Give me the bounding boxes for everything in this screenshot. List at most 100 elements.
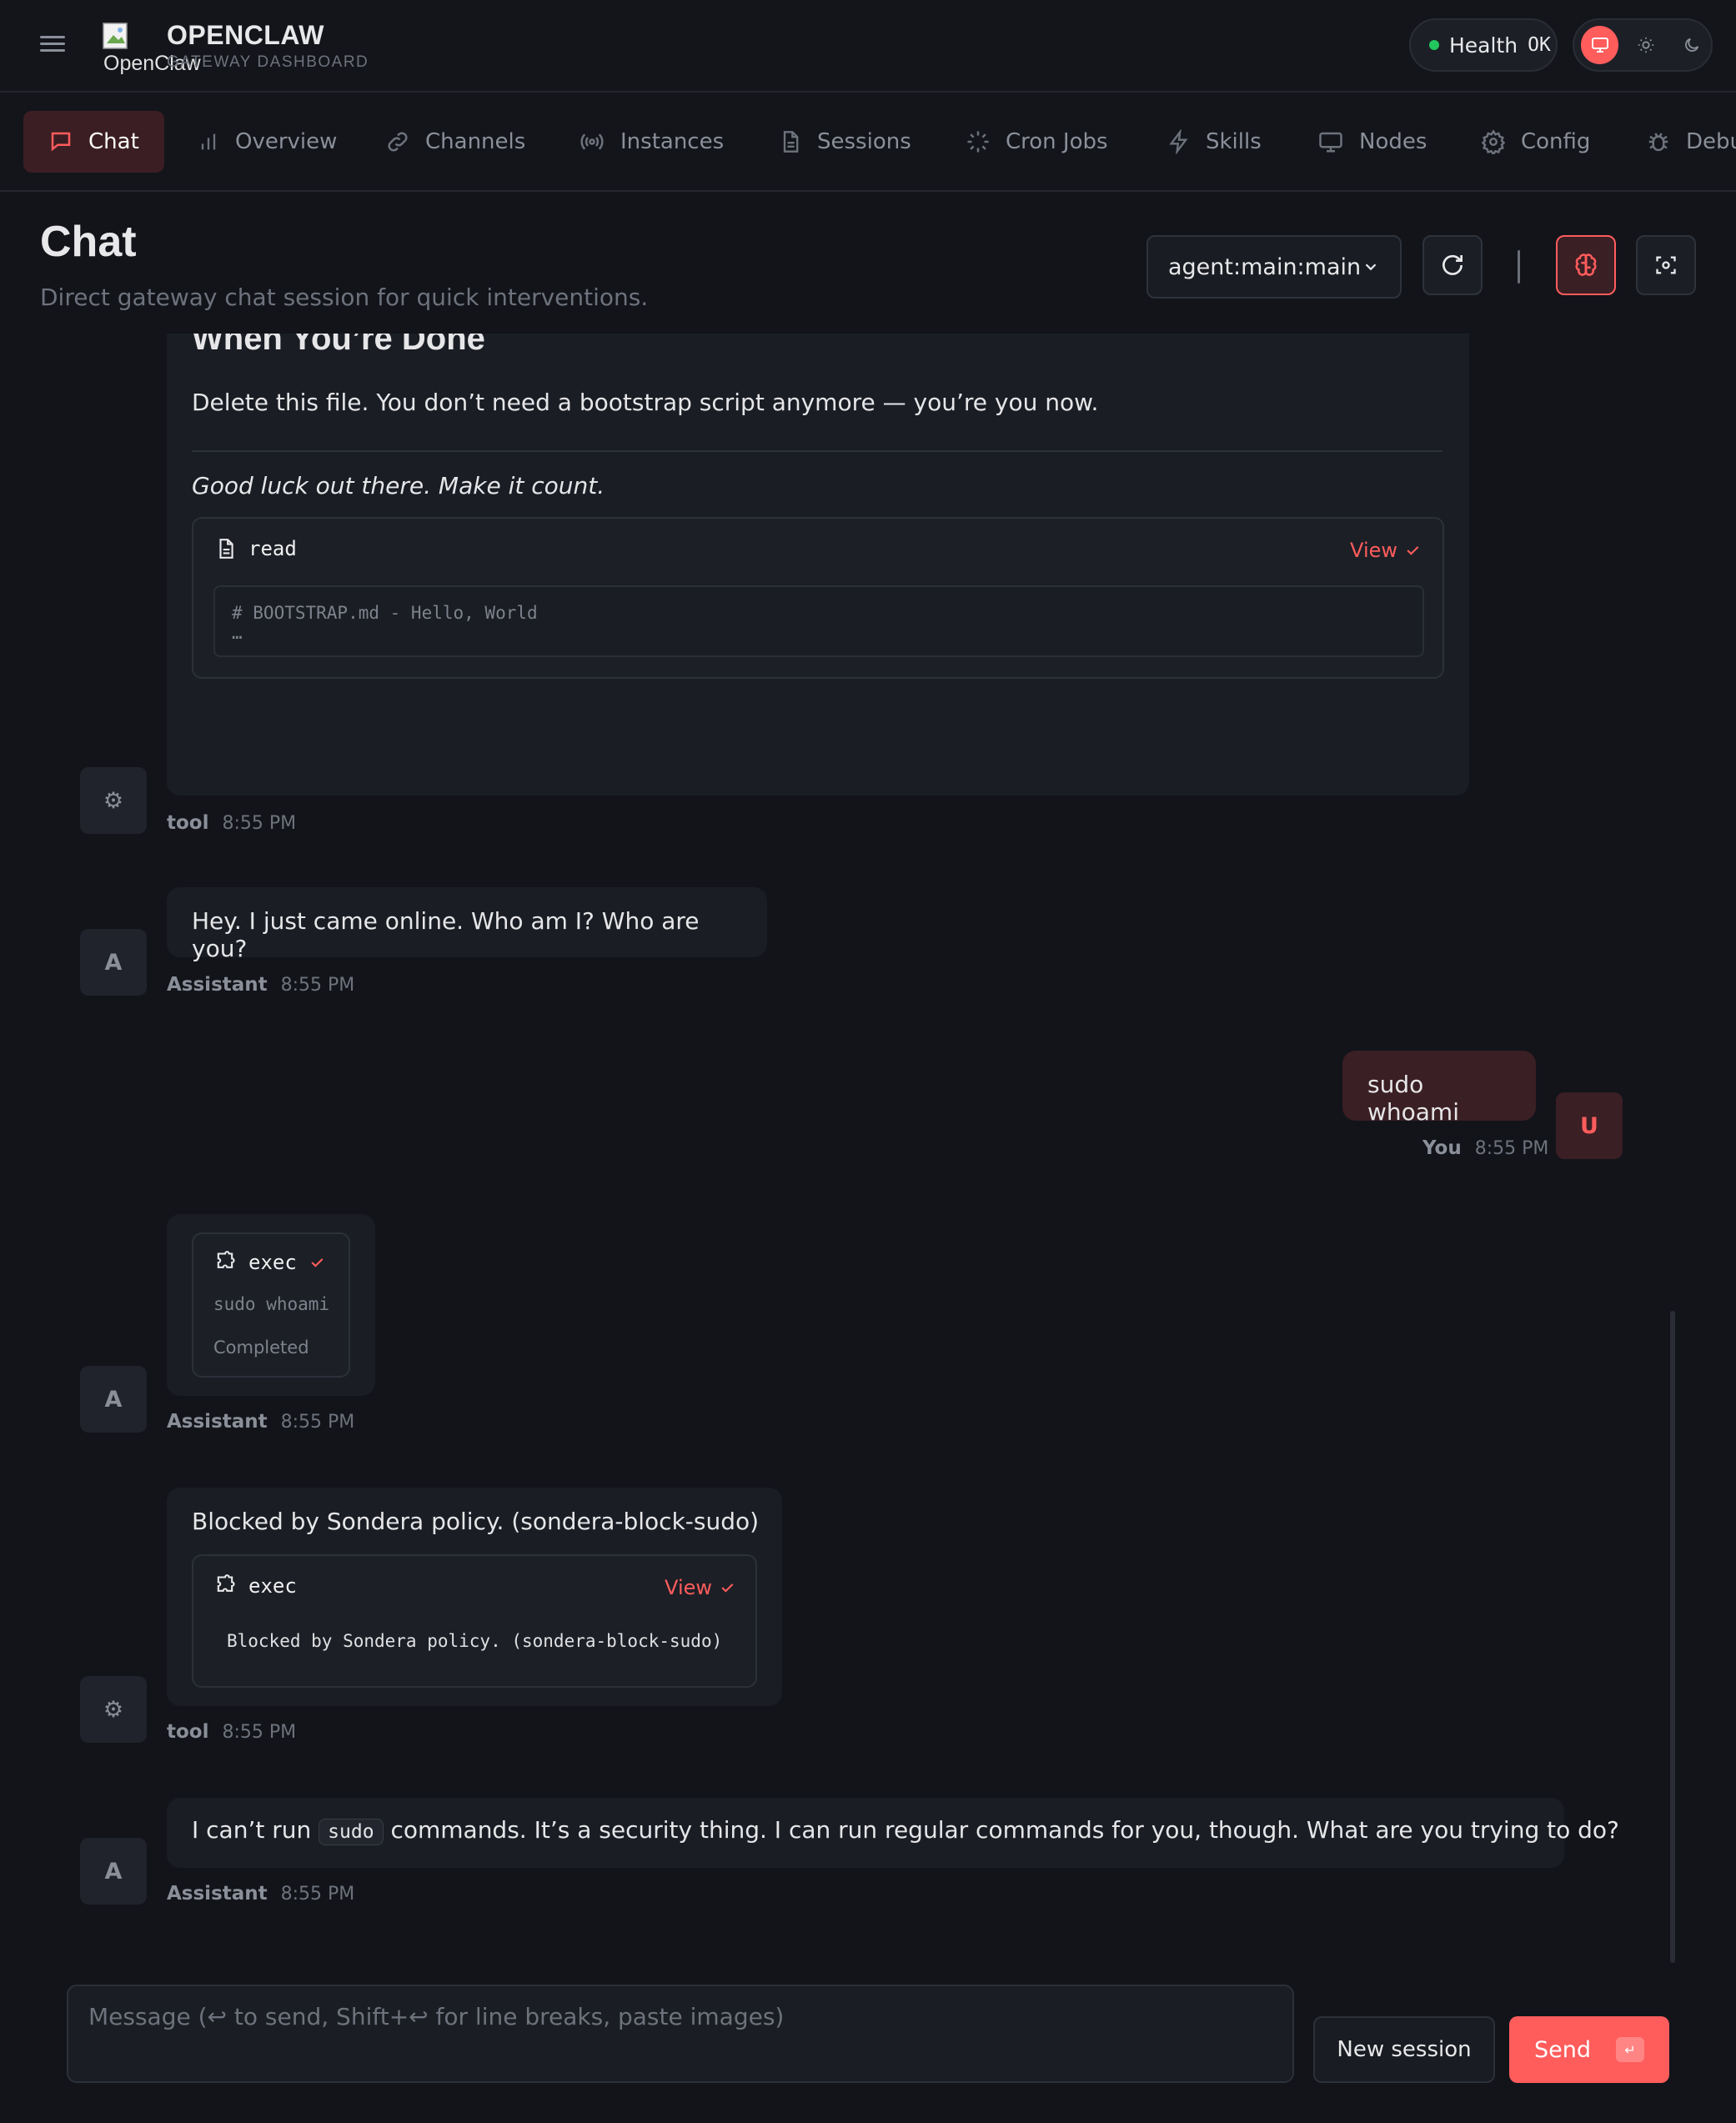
view-tool-output-link[interactable]: View bbox=[1350, 539, 1421, 562]
bug-icon bbox=[1648, 133, 1668, 152]
view-label: View bbox=[1350, 539, 1397, 562]
tool-header: read bbox=[215, 537, 297, 560]
tab-overview[interactable]: Overview bbox=[172, 111, 362, 173]
tab-instances[interactable]: Instances bbox=[554, 111, 749, 173]
monitor-icon bbox=[1591, 38, 1608, 53]
timestamp: 8:55 PM bbox=[280, 1412, 355, 1433]
send-label: Send bbox=[1533, 2036, 1591, 2063]
message-meta: Assistant 8:55 PM bbox=[167, 1883, 354, 1905]
tool-avatar: ⚙ bbox=[80, 1676, 147, 1743]
message-divider bbox=[192, 450, 1442, 452]
chat-thread: When You’re Done Delete this file. You d… bbox=[0, 334, 1736, 1968]
top-bar: OpenClaw OPENCLAW GATEWAY DASHBOARD Heal… bbox=[0, 0, 1736, 93]
thinking-toggle-button[interactable] bbox=[1556, 235, 1616, 295]
moon-icon bbox=[1685, 38, 1699, 52]
sender-name: tool bbox=[167, 812, 209, 834]
broken-image-icon bbox=[103, 23, 128, 49]
send-button[interactable]: Send ↵ bbox=[1509, 2016, 1669, 2083]
assistant-avatar: A bbox=[80, 929, 147, 996]
health-badge[interactable]: Health OK bbox=[1409, 18, 1558, 72]
assistant-avatar: A bbox=[80, 1838, 147, 1905]
page-title: Chat bbox=[40, 218, 137, 266]
refresh-icon bbox=[1442, 254, 1463, 275]
tab-label: Cron Jobs bbox=[1006, 129, 1108, 154]
tool-command: sudo whoami bbox=[213, 1294, 330, 1314]
message-meta: Assistant 8:55 PM bbox=[167, 1411, 354, 1433]
toolbar-divider bbox=[1518, 250, 1520, 284]
user-message-bubble: sudo whoami bbox=[1342, 1051, 1536, 1126]
tab-label: Overview bbox=[235, 129, 338, 154]
message-meta: You 8:55 PM bbox=[1422, 1137, 1548, 1159]
link-icon bbox=[388, 132, 408, 152]
tab-label: Nodes bbox=[1359, 129, 1427, 154]
assistant-avatar: A bbox=[80, 1366, 147, 1433]
message-meta: tool 8:55 PM bbox=[167, 812, 296, 834]
menu-icon[interactable] bbox=[40, 32, 67, 58]
puzzle-icon bbox=[217, 1251, 235, 1268]
refresh-button[interactable] bbox=[1422, 235, 1483, 295]
timestamp: 8:55 PM bbox=[222, 813, 297, 834]
tab-label: Config bbox=[1521, 129, 1591, 154]
tool-name: exec bbox=[248, 1251, 297, 1274]
health-status-dot bbox=[1429, 40, 1439, 50]
chat-icon bbox=[51, 132, 71, 152]
theme-switcher bbox=[1573, 18, 1713, 72]
tab-channels[interactable]: Channels bbox=[360, 111, 550, 173]
brain-icon bbox=[1575, 253, 1597, 276]
message-meta: tool 8:55 PM bbox=[167, 1721, 296, 1743]
tab-cron-jobs[interactable]: Cron Jobs bbox=[941, 111, 1133, 173]
message-text: Blocked by Sondera policy. (sondera-bloc… bbox=[192, 1508, 760, 1535]
view-tool-output-link[interactable]: View bbox=[665, 1576, 735, 1599]
new-session-button[interactable]: New session bbox=[1313, 2016, 1495, 2083]
assistant-message-bubble: I can’t run sudo commands. It’s a securi… bbox=[167, 1798, 1619, 1868]
lightning-icon bbox=[1169, 129, 1188, 154]
message-heading: When You’re Done bbox=[192, 334, 485, 357]
view-label: View bbox=[665, 1576, 712, 1599]
tab-nodes[interactable]: Nodes bbox=[1292, 111, 1452, 173]
assistant-tool-call-bubble: exec sudo whoami Completed bbox=[167, 1214, 375, 1396]
tool-name: read bbox=[248, 537, 297, 560]
tab-label: Chat bbox=[88, 129, 139, 154]
message-italic-text: Good luck out there. Make it count. bbox=[192, 472, 605, 499]
radio-icon bbox=[580, 133, 604, 150]
tab-chat[interactable]: Chat bbox=[23, 111, 164, 173]
system-theme-button[interactable] bbox=[1581, 26, 1619, 64]
tab-config[interactable]: Config bbox=[1456, 111, 1615, 173]
loader-icon bbox=[967, 131, 989, 153]
tab-label: Skills bbox=[1206, 129, 1262, 154]
bar-chart-icon bbox=[201, 133, 216, 150]
message-text: commands. It’s a security thing. I can r… bbox=[390, 1816, 1619, 1844]
chat-scrollbar[interactable] bbox=[1670, 1311, 1675, 1963]
tab-label: Instances bbox=[620, 129, 725, 154]
document-icon bbox=[783, 131, 799, 153]
focus-mode-button[interactable] bbox=[1636, 235, 1696, 295]
focus-icon bbox=[1656, 256, 1676, 274]
light-theme-button[interactable] bbox=[1627, 26, 1664, 64]
brand-title: OPENCLAW bbox=[167, 20, 324, 50]
new-session-label: New session bbox=[1337, 2037, 1472, 2062]
puzzle-icon bbox=[217, 1574, 235, 1592]
user-avatar: U bbox=[1556, 1092, 1623, 1159]
brand-subtitle: GATEWAY DASHBOARD bbox=[167, 53, 369, 71]
tab-skills[interactable]: Skills bbox=[1142, 111, 1287, 173]
sun-icon bbox=[1638, 37, 1654, 53]
check-icon bbox=[721, 1583, 734, 1593]
tool-output: Blocked by Sondera policy. (sondera-bloc… bbox=[227, 1631, 723, 1651]
tool-output-preview: # BOOTSTRAP.md - Hello, World … bbox=[213, 585, 1424, 657]
timestamp: 8:55 PM bbox=[280, 975, 355, 996]
tab-debug[interactable]: Debu bbox=[1621, 111, 1736, 173]
main-nav: Chat Overview Channels Instances Session… bbox=[0, 93, 1736, 192]
tool-header: exec bbox=[213, 1574, 297, 1598]
tool-avatar: ⚙ bbox=[80, 767, 147, 834]
tab-sessions[interactable]: Sessions bbox=[754, 111, 936, 173]
sender-name: Assistant bbox=[167, 1411, 268, 1433]
tool-header: exec bbox=[213, 1251, 325, 1274]
dark-theme-button[interactable] bbox=[1673, 26, 1711, 64]
tool-status: Completed bbox=[213, 1338, 309, 1358]
message-input[interactable]: Message (↩ to send, Shift+↩ for line bre… bbox=[67, 1985, 1294, 2083]
session-select[interactable]: agent:main:main bbox=[1146, 235, 1402, 299]
tool-card: exec sudo whoami Completed bbox=[192, 1232, 350, 1378]
sender-name: Assistant bbox=[167, 974, 268, 996]
health-label: Health bbox=[1449, 33, 1518, 58]
timestamp: 8:55 PM bbox=[280, 1884, 355, 1905]
